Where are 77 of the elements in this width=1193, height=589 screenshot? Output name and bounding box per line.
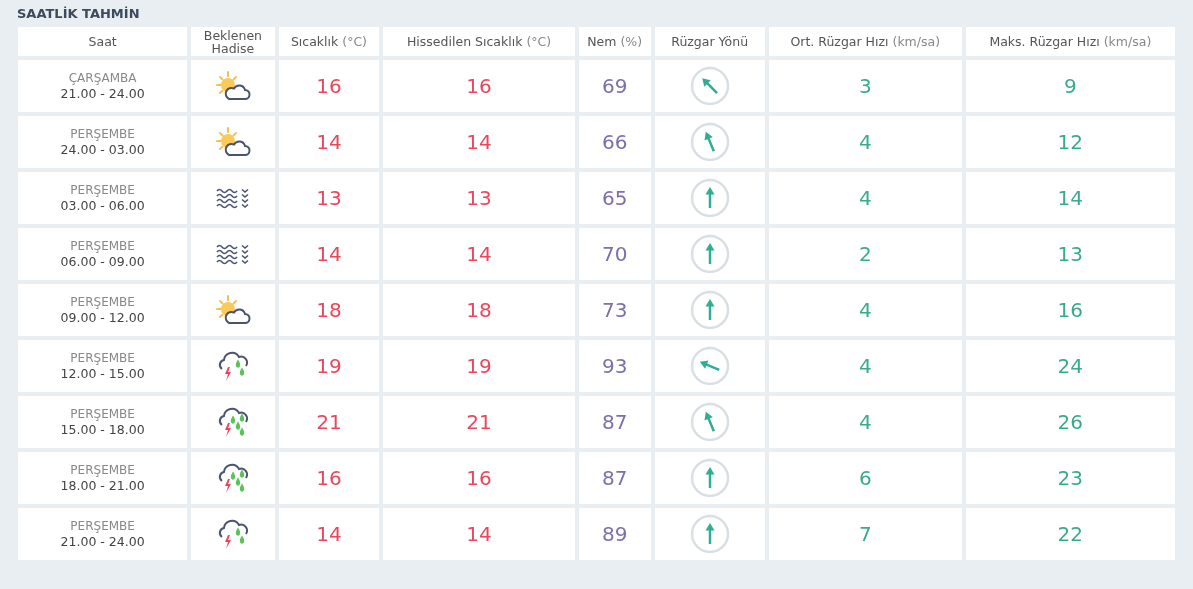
table-cell: 26 xyxy=(965,396,1175,448)
unit-label: (km/sa) xyxy=(1103,34,1152,49)
table-cell: 16 xyxy=(278,452,380,504)
table-cell: 2 xyxy=(768,228,962,280)
table-cell: 14 xyxy=(278,228,380,280)
table-cell: 70 xyxy=(578,228,651,280)
unit-label: (°C) xyxy=(342,34,367,49)
table-cell: 18 xyxy=(278,284,380,336)
table-cell: 7 xyxy=(768,508,962,560)
table-cell: 4 xyxy=(768,340,962,392)
column-label: Maks. Rüzgar Hızı xyxy=(989,34,1100,49)
table-cell: 21 xyxy=(278,396,380,448)
table-cell: 66 xyxy=(578,116,651,168)
table-cell: 4 xyxy=(768,116,962,168)
table-cell: 73 xyxy=(578,284,651,336)
table-cell: 16 xyxy=(383,60,575,112)
day-label: PERŞEMBE xyxy=(69,350,136,366)
time-range: 03.00 - 06.00 xyxy=(59,198,146,214)
table-cell: 19 xyxy=(383,340,575,392)
time-range: 06.00 - 09.00 xyxy=(59,254,146,270)
table-cell: 22 xyxy=(965,508,1175,560)
table-cell: 87 xyxy=(578,396,651,448)
table-cell: 24 xyxy=(965,340,1175,392)
time-range: 09.00 - 12.00 xyxy=(59,310,146,326)
column-label: Ort. Rüzgar Hızı xyxy=(790,34,889,49)
day-label: PERŞEMBE xyxy=(69,294,136,310)
table-cell: 16 xyxy=(278,60,380,112)
unit-label: (km/sa) xyxy=(892,34,941,49)
table-cell: 3 xyxy=(768,60,962,112)
table-cell: 87 xyxy=(578,452,651,504)
table-cell: 14 xyxy=(278,116,380,168)
day-label: PERŞEMBE xyxy=(69,518,136,534)
column-label: Nem xyxy=(587,34,617,49)
table-cell: 13 xyxy=(965,228,1175,280)
time-range: 24.00 - 03.00 xyxy=(59,142,146,158)
column-label: Sıcaklık xyxy=(290,34,339,49)
table-cell: 19 xyxy=(278,340,380,392)
column-label: Hissedilen Sıcaklık xyxy=(406,34,523,49)
day-label: PERŞEMBE xyxy=(69,462,136,478)
table-cell: 13 xyxy=(278,172,380,224)
time-range: 18.00 - 21.00 xyxy=(59,478,146,494)
table-cell: 14 xyxy=(383,508,575,560)
table-cell: 69 xyxy=(578,60,651,112)
time-range: 15.00 - 18.00 xyxy=(59,422,146,438)
table-cell: 9 xyxy=(965,60,1175,112)
table-cell: 14 xyxy=(965,172,1175,224)
time-range: 12.00 - 15.00 xyxy=(59,366,146,382)
table-cell: 16 xyxy=(383,452,575,504)
time-range: 21.00 - 24.00 xyxy=(59,534,146,550)
unit-label: (°C) xyxy=(526,34,552,49)
table-cell: 14 xyxy=(278,508,380,560)
table-cell: 14 xyxy=(383,228,575,280)
table-cell: 6 xyxy=(768,452,962,504)
day-label: PERŞEMBE xyxy=(69,238,136,254)
table-cell: 4 xyxy=(768,396,962,448)
table-cell: 89 xyxy=(578,508,651,560)
time-range: 21.00 - 24.00 xyxy=(59,86,146,102)
table-cell: 93 xyxy=(578,340,651,392)
day-label: PERŞEMBE xyxy=(69,126,136,142)
table-cell: 14 xyxy=(383,116,575,168)
table-cell: 12 xyxy=(965,116,1175,168)
day-label: PERŞEMBE xyxy=(69,182,136,198)
table-cell: 4 xyxy=(768,284,962,336)
table-cell: 65 xyxy=(578,172,651,224)
table-cell: 21 xyxy=(383,396,575,448)
table-cell: 16 xyxy=(965,284,1175,336)
table-cell: 13 xyxy=(383,172,575,224)
day-label: ÇARŞAMBA xyxy=(67,70,138,86)
table-cell: 23 xyxy=(965,452,1175,504)
unit-label: (%) xyxy=(620,34,643,49)
column-label: Saat xyxy=(88,34,117,49)
column-label: Rüzgar Yönü xyxy=(671,34,749,49)
day-label: PERŞEMBE xyxy=(69,406,136,422)
table-cell: 18 xyxy=(383,284,575,336)
table-cell: 4 xyxy=(768,172,962,224)
column-label: Beklenen Hadise xyxy=(203,27,263,56)
section-title: SAATLİK TAHMİN xyxy=(17,6,140,21)
